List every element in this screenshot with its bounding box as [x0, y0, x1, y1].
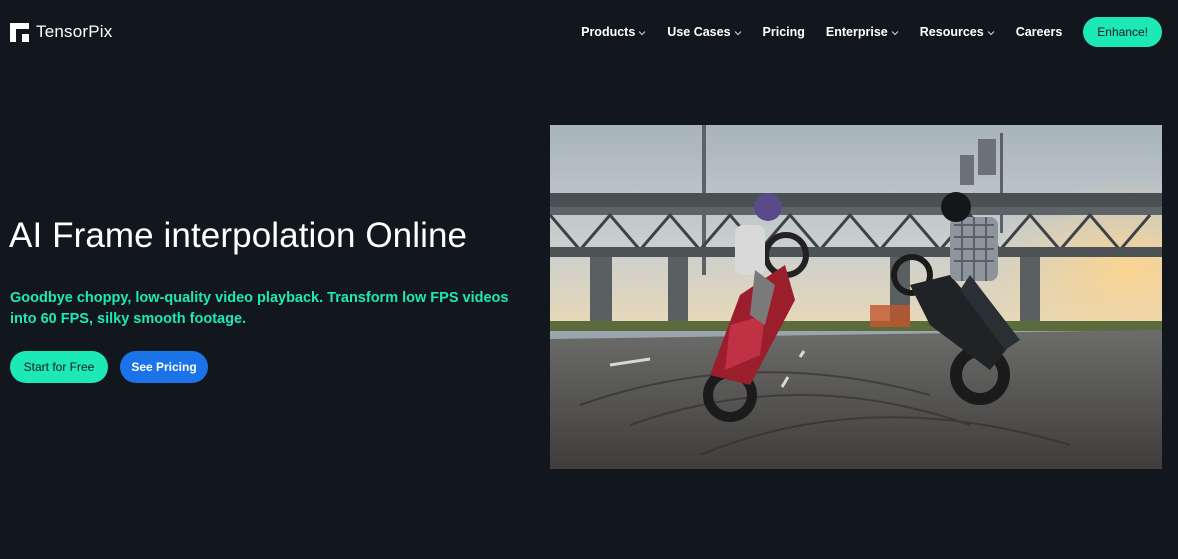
main-nav: Products Use Cases Pricing Enterprise Re… [581, 17, 1162, 47]
tensorpix-logo-icon [10, 22, 29, 42]
nav-resources[interactable]: Resources [920, 17, 995, 47]
nav-pricing[interactable]: Pricing [763, 17, 805, 47]
nav-use-cases[interactable]: Use Cases [667, 17, 741, 47]
nav-label: Pricing [762, 25, 805, 39]
hero-title: AI Frame interpolation Online [9, 216, 468, 255]
landing-page: TensorPix Products Use Cases Pricing Ent… [0, 0, 1178, 559]
chevron-down-icon [891, 30, 899, 35]
enhance-button[interactable]: Enhance! [1083, 17, 1162, 47]
nav-label: Careers [1015, 25, 1063, 39]
nav-careers[interactable]: Careers [1016, 17, 1063, 47]
nav-label: Products [581, 25, 636, 39]
hero-subtitle: Goodbye choppy, low-quality video playba… [10, 290, 509, 327]
nav-label: Resources [919, 25, 984, 39]
site-header: TensorPix Products Use Cases Pricing Ent… [0, 0, 1178, 66]
nav-label: Use Cases [667, 25, 731, 39]
nav-label: Enterprise [825, 25, 888, 39]
chevron-down-icon [734, 30, 741, 35]
hero-cta-row: Start for Free See Pricing [10, 351, 208, 383]
chevron-down-icon [638, 30, 646, 35]
nav-enterprise[interactable]: Enterprise [826, 17, 899, 47]
nav-products[interactable]: Products [581, 17, 646, 47]
see-pricing-button[interactable]: See Pricing [120, 351, 208, 383]
chevron-down-icon [987, 30, 995, 35]
hero-video-preview[interactable] [550, 125, 1162, 469]
motorcycle-stunt-image [550, 125, 1162, 469]
logo-text: TensorPix [36, 22, 113, 41]
start-for-free-button[interactable]: Start for Free [10, 351, 108, 383]
logo-link[interactable]: TensorPix [10, 22, 112, 42]
